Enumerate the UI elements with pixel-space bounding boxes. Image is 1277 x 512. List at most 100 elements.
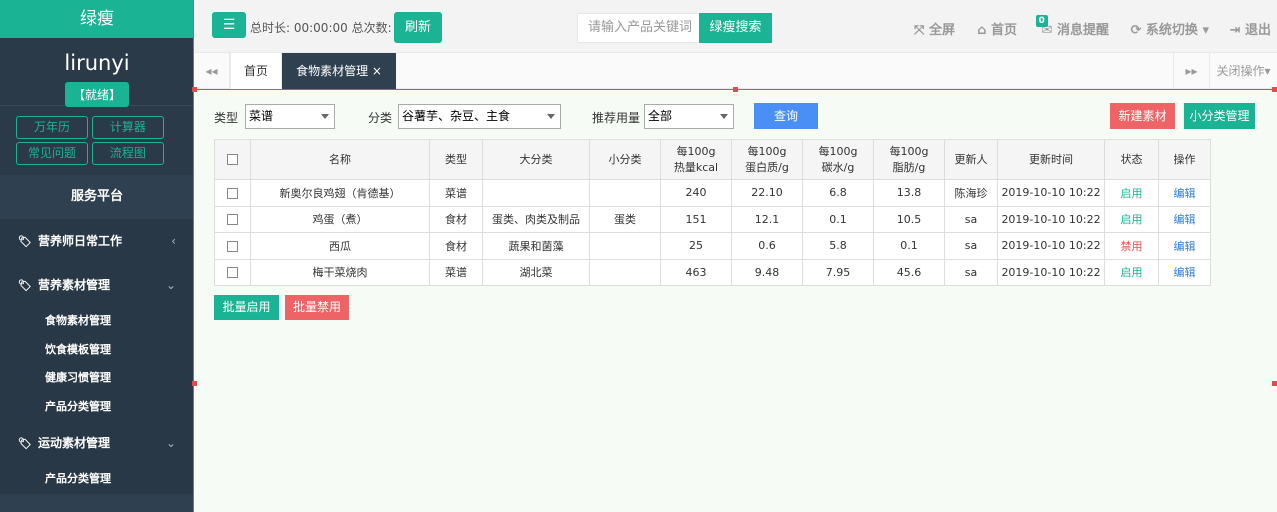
amount-select[interactable]: 全部 (644, 104, 734, 129)
home-button[interactable]: ⌂ 首页 (977, 19, 1017, 38)
tab-bar: ◂◂ 首页 食物素材管理 × ▸▸ 关闭操作▾ (194, 53, 1277, 89)
batch-enable-button[interactable]: 批量启用 (214, 295, 279, 320)
tag-icon: 🏷 (18, 437, 32, 450)
quick-link-faq[interactable]: 常见问题 (16, 142, 88, 165)
col-name: 名称 (250, 139, 430, 180)
fullscreen-button[interactable]: ⤧ 全屏 (914, 19, 955, 38)
menu-label: 营养师日常工作 (37, 234, 122, 248)
col-operation: 操作 (1158, 139, 1211, 180)
subcategory-manage-button[interactable]: 小分类管理 (1184, 103, 1255, 129)
cell-status-link[interactable]: 启用 (1104, 258, 1159, 286)
cell-fat: 45.6 (873, 258, 945, 286)
table-header-row: 名称 类型 大分类 小分类 每100g 热量kcal 每100g 蛋白质/g 每10… (214, 139, 1211, 180)
row-checkbox[interactable] (214, 258, 251, 286)
tabs-scroll-left-icon[interactable]: ◂◂ (194, 53, 230, 89)
resize-handle[interactable] (1272, 87, 1277, 92)
menu-label: 营养素材管理 (37, 278, 110, 292)
resize-handle[interactable] (1272, 381, 1277, 386)
category-select[interactable]: 谷薯芋、杂豆、主食 (398, 104, 561, 129)
tag-icon: 🏷 (18, 279, 32, 292)
col-updater: 更新人 (944, 139, 998, 180)
row-checkbox[interactable] (214, 205, 251, 233)
cell-fat: 10.5 (873, 205, 945, 233)
sidebar-item-product-category[interactable]: 产品分类管理 (0, 393, 194, 422)
cell-status-link[interactable]: 启用 (1104, 205, 1159, 233)
tag-icon: 🏷 (18, 235, 32, 248)
platform-title: 服务平台 (0, 175, 194, 219)
cell-updater: sa (944, 232, 998, 260)
cell-carb: 7.95 (802, 258, 874, 286)
query-button[interactable]: 查询 (754, 103, 818, 129)
quick-link-flowchart[interactable]: 流程图 (91, 142, 164, 165)
type-select[interactable]: 菜谱 (245, 104, 335, 129)
sidebar: 绿瘦 lirunyi 【就绪】 万年历 计算器 常见问题 流程图 服务平台 🏷 营… (0, 0, 194, 512)
sidebar-item-diet-template[interactable]: 饮食模板管理 (0, 336, 194, 365)
cell-protein: 12.1 (731, 205, 803, 233)
menu-nutrition-material[interactable]: 🏷 营养素材管理 ⌄ (0, 263, 194, 307)
cell-carb: 0.1 (802, 205, 874, 233)
refresh-button[interactable]: 刷新 (394, 12, 442, 43)
cell-name: 鸡蛋（煮） (250, 205, 430, 233)
cell-update-time: 2019-10-10 10:22 (997, 205, 1105, 233)
resize-handle[interactable] (192, 87, 197, 92)
menu-sport-material[interactable]: 🏷 运动素材管理 ⌄ (0, 421, 194, 465)
quick-link-calendar[interactable]: 万年历 (16, 116, 88, 139)
cell-type: 菜谱 (429, 258, 483, 286)
edit-link[interactable]: 编辑 (1158, 205, 1211, 233)
resize-handle[interactable] (192, 381, 197, 386)
home-icon: ⌂ (977, 23, 991, 38)
menu-dietitian-daily[interactable]: 🏷 营养师日常工作 ‹ (0, 219, 194, 263)
cell-status-link[interactable]: 启用 (1104, 179, 1159, 207)
logout-icon: ⇥ (1229, 23, 1245, 38)
caret-down-icon (321, 114, 329, 119)
cell-kcal: 25 (660, 232, 732, 260)
table-row: 梅干菜烧肉 菜谱 湖北菜 463 9.48 7.95 45.6 sa 2019-… (214, 258, 1211, 286)
logout-button[interactable]: ⇥ 退出 (1230, 19, 1271, 38)
tab-home[interactable]: 首页 (230, 53, 282, 89)
cell-fat: 13.8 (873, 179, 945, 207)
tabs-scroll-right-icon[interactable]: ▸▸ (1173, 53, 1209, 89)
cell-kcal: 463 (660, 258, 732, 286)
cell-carb: 6.8 (802, 179, 874, 207)
batch-disable-button[interactable]: 批量禁用 (285, 295, 349, 320)
cell-protein: 0.6 (731, 232, 803, 260)
message-count-badge: 0 (1035, 15, 1048, 27)
search-input[interactable]: 请输入产品关键词 (577, 13, 700, 43)
chevron-down-icon: ⌄ (165, 278, 176, 292)
messages-button[interactable]: ✉ 0 消息提醒 (1035, 15, 1109, 38)
username: lirunyi (64, 51, 130, 75)
table-row: 新奥尔良鸡翅（肯德基） 菜谱 240 22.10 6.8 13.8 陈海珍 20… (214, 179, 1211, 207)
col-carb: 每100g 碳水/g (802, 139, 874, 180)
app-logo: 绿瘦 (0, 0, 194, 38)
system-switch-dropdown[interactable]: ⟳ 系统切换 ▾ (1131, 19, 1210, 38)
resize-handle[interactable] (733, 87, 738, 92)
edit-link[interactable]: 编辑 (1158, 179, 1211, 207)
close-operations-dropdown[interactable]: 关闭操作▾ (1209, 53, 1277, 89)
quick-link-calculator[interactable]: 计算器 (91, 116, 164, 139)
cell-update-time: 2019-10-10 10:22 (997, 232, 1105, 260)
row-checkbox[interactable] (214, 179, 251, 207)
sidebar-item-health-habit[interactable]: 健康习惯管理 (0, 364, 194, 393)
cell-status-link[interactable]: 禁用 (1104, 232, 1159, 260)
cell-type: 食材 (429, 205, 483, 233)
select-all-checkbox[interactable] (214, 139, 251, 180)
table-row: 西瓜 食材 蔬果和菌藻 25 0.6 5.8 0.1 sa 2019-10-10… (214, 232, 1211, 260)
main-content: 类型 菜谱 分类 谷薯芋、杂豆、主食 推荐用量 全部 查询 新建素材 小分类管理… (194, 89, 1277, 512)
refresh-icon: ⟳ (1130, 23, 1146, 38)
menu-icon[interactable]: ☰ (212, 12, 246, 38)
new-material-button[interactable]: 新建素材 (1110, 103, 1175, 129)
cell-big-category (482, 179, 590, 207)
tab-food-material[interactable]: 食物素材管理 × (282, 53, 396, 89)
edit-link[interactable]: 编辑 (1158, 258, 1211, 286)
user-box: lirunyi 【就绪】 (0, 38, 194, 107)
sidebar-item-sport-product-category[interactable]: 产品分类管理 (0, 465, 194, 494)
cell-big-category: 湖北菜 (482, 258, 590, 286)
envelope-icon: ✉ 0 (1035, 15, 1057, 38)
cell-protein: 9.48 (731, 258, 803, 286)
search-button[interactable]: 绿瘦搜索 (699, 13, 772, 43)
sidebar-item-food-material[interactable]: 食物素材管理 (0, 307, 194, 336)
status-badge[interactable]: 【就绪】 (64, 82, 129, 107)
cell-name: 梅干菜烧肉 (250, 258, 430, 286)
edit-link[interactable]: 编辑 (1158, 232, 1211, 260)
row-checkbox[interactable] (214, 232, 251, 260)
